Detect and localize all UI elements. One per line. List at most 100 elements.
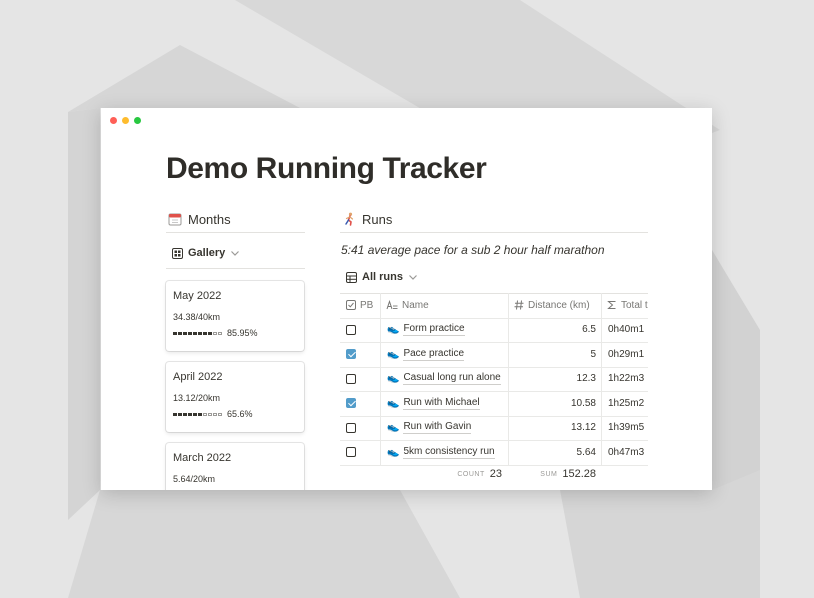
name-cell[interactable]: 👟 Run with Gavin [387,416,472,441]
sum-aggregate[interactable]: SUM 152.28 [508,467,596,481]
chevron-down-icon [409,275,417,280]
total-time-cell[interactable]: 0h47m3 [608,440,644,465]
progress-segment [188,331,192,335]
pb-checkbox[interactable] [346,373,356,384]
gallery-view-button[interactable]: Gallery [172,247,240,259]
run-name: 5km consistency run [403,445,495,459]
pb-checkbox[interactable] [346,447,356,458]
month-card-title: March 2022 [173,452,232,464]
name-cell[interactable]: 👟 Form practice [387,318,465,343]
distance-cell[interactable]: 12.3 [508,367,596,392]
progress-segment [178,412,182,416]
column-header-label: Total t [621,299,648,311]
shoe-icon: 👟 [387,446,400,458]
months-heading[interactable]: Months [168,207,231,231]
progress-segment [203,412,207,416]
column-header-name[interactable]: Name [386,293,429,318]
progress-bar [173,412,223,416]
page-title: Demo Running Tracker [166,152,487,185]
month-card-title: May 2022 [173,290,222,302]
pb-cell[interactable] [346,367,356,392]
distance-cell[interactable]: 13.12 [508,416,596,441]
month-card[interactable]: May 2022 34.38/40km 85.95% [166,281,304,351]
chevron-down-icon [231,251,240,256]
progress-segment [173,412,177,416]
distance-cell[interactable]: 6.5 [508,318,596,343]
table-row[interactable]: 👟 5km consistency run 5.64 0h47m3 [340,440,648,466]
month-card-percent: 65.6% [227,409,253,419]
column-header-label: Distance (km) [528,299,590,311]
divider [166,232,305,233]
month-card-percent: 85.95% [227,328,258,338]
total-time-cell[interactable]: 1h22m3 [608,367,644,392]
pb-checkbox[interactable] [346,422,356,433]
month-card-progress: 85.95% [173,328,258,338]
progress-segment [198,412,202,416]
progress-segment [203,331,207,335]
name-cell[interactable]: 👟 5km consistency run [387,440,495,465]
pb-cell[interactable] [346,342,356,367]
pb-cell[interactable] [346,391,356,416]
total-time-cell[interactable]: 1h25m2 [608,391,644,416]
progress-segment [198,331,202,335]
runs-heading[interactable]: Runs [342,207,392,231]
progress-segment [213,331,217,335]
name-cell[interactable]: 👟 Casual long run alone [387,367,501,392]
zoom-button[interactable] [134,117,141,124]
pb-cell[interactable] [346,318,356,343]
table-row[interactable]: 👟 Run with Gavin 13.12 1h39m5 [340,416,648,441]
total-time-cell[interactable]: 1h39m5 [608,416,644,441]
close-button[interactable] [110,117,117,124]
shoe-icon: 👟 [387,422,400,434]
month-card-distance: 5.64/20km [173,474,216,484]
pb-checkbox[interactable] [346,324,356,335]
table-row[interactable]: 👟 Run with Michael 10.58 1h25m2 [340,391,648,417]
column-header-distance[interactable]: Distance (km) [514,293,590,318]
month-card-distance: 13.12/20km [173,393,221,403]
checkbox-property-icon [346,300,356,311]
minimize-button[interactable] [122,117,129,124]
distance-cell[interactable]: 5 [508,342,596,367]
pb-cell[interactable] [346,440,356,465]
runs-table: PB Name Distance (km) Total t 👟 Form pra… [340,293,648,481]
number-property-icon [514,300,524,310]
pb-checkbox-checked[interactable] [346,349,356,360]
calendar-icon [168,213,182,226]
month-card[interactable]: April 2022 13.12/20km 65.6% [166,362,304,432]
distance-cell[interactable]: 5.64 [508,440,596,465]
pb-cell[interactable] [346,416,356,441]
table-row[interactable]: 👟 Casual long run alone 12.3 1h22m3 [340,367,648,392]
run-name: Run with Gavin [403,421,472,435]
shoe-icon: 👟 [387,373,400,385]
column-header-total-time[interactable]: Total t [607,293,648,318]
progress-segment [218,331,222,335]
column-header-pb[interactable]: PB [346,293,373,318]
sum-value: 152.28 [562,468,596,480]
table-row[interactable]: 👟 Form practice 6.5 0h40m1 [340,318,648,343]
table-row[interactable]: 👟 Pace practice 5 0h29m1 [340,342,648,368]
count-label: COUNT [457,470,485,478]
pb-checkbox-checked[interactable] [346,398,356,409]
total-time-cell[interactable]: 0h29m1 [608,342,644,367]
distance-cell[interactable]: 10.58 [508,391,596,416]
month-card[interactable]: March 2022 5.64/20km [166,443,304,490]
all-runs-view-button[interactable]: All runs [346,271,418,283]
progress-segment [188,412,192,416]
runs-heading-label: Runs [362,211,393,227]
sum-label: SUM [540,470,558,478]
shoe-icon: 👟 [387,397,400,409]
name-cell[interactable]: 👟 Pace practice [387,342,465,367]
months-heading-label: Months [188,211,231,227]
progress-segment [218,412,222,416]
month-card-progress: 65.6% [173,409,253,419]
progress-segment [193,412,197,416]
name-cell[interactable]: 👟 Run with Michael [387,391,480,416]
progress-segment [173,331,177,335]
count-aggregate[interactable]: COUNT 23 [380,467,502,481]
divider [340,232,648,233]
total-time-cell[interactable]: 0h40m1 [608,318,644,343]
progress-segment [208,331,212,335]
runs-description: 5:41 average pace for a sub 2 hour half … [341,243,605,257]
progress-segment [193,331,197,335]
shoe-icon: 👟 [387,324,400,336]
